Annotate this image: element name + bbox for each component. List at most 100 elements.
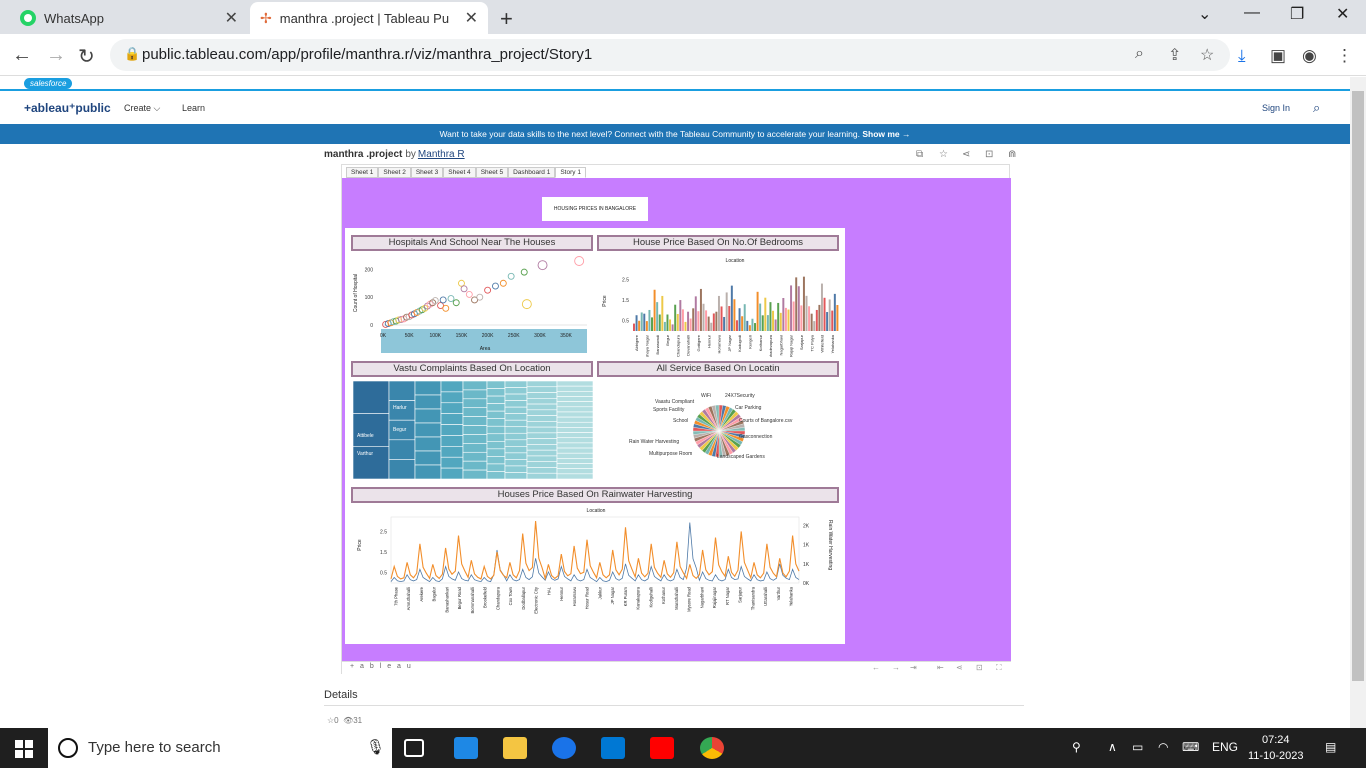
treemap-cell: [462, 416, 488, 426]
zoom-icon[interactable]: ⌕: [1135, 45, 1144, 63]
tab-whatsapp[interactable]: WhatsApp ✕: [8, 2, 248, 34]
treemap-cell: [556, 416, 593, 423]
share-icon[interactable]: ⇪: [1168, 45, 1181, 65]
share-icon[interactable]: ⋖: [956, 663, 963, 672]
language-indicator[interactable]: ENG: [1212, 740, 1238, 754]
store-icon[interactable]: [601, 737, 625, 759]
dual-line-chart[interactable]: Location Price Rain Water Harvesting 0.5 1.5…: [351, 505, 841, 642]
author-link[interactable]: Manthra R: [418, 149, 465, 160]
y-tick-label: 0.5: [380, 571, 387, 577]
scatter-chart[interactable]: 0 100 200 0K 50K 100K 150K 200K 250K 300K 350K Area…: [351, 253, 595, 357]
x-tick-label: Begur Road: [457, 586, 462, 609]
x-tick-label: 250K: [508, 333, 520, 339]
tableau-public-logo[interactable]: +ableau⁺public: [24, 101, 111, 115]
tab-story-1[interactable]: Story 1: [555, 167, 586, 178]
x-tick-label: 0K: [380, 333, 387, 339]
comment-icon[interactable]: ⊡: [976, 663, 983, 672]
treemap-cell: [526, 467, 558, 474]
tab-sheet-2[interactable]: Sheet 2: [378, 167, 411, 178]
tab-sheet-1[interactable]: Sheet 1: [346, 167, 379, 178]
download-icon[interactable]: ⤓: [1238, 46, 1246, 66]
tab-sheet-4[interactable]: Sheet 4: [443, 167, 476, 178]
salesforce-logo[interactable]: salesforce: [24, 78, 73, 89]
tab-tableau[interactable]: ✢ manthra .project | Tableau Public ✕: [250, 2, 488, 34]
edge-icon[interactable]: [552, 737, 576, 759]
scatter-point: [447, 295, 455, 303]
clock[interactable]: 07:24 11-10-2023: [1248, 732, 1303, 764]
treemap-cell: [462, 381, 488, 391]
treemap-cell: [556, 432, 593, 439]
people-icon[interactable]: ⚲: [1072, 740, 1081, 754]
share-icon[interactable]: ⋖: [962, 149, 970, 160]
tab-dashboard-1[interactable]: Dashboard 1: [508, 167, 556, 178]
bar: [746, 320, 749, 331]
bar: [738, 308, 741, 331]
tableau-footer-logo[interactable]: + a b l e a u: [350, 663, 413, 670]
pie-chart[interactable]: Vaastu Compliant WiFi 24X7Security Car Park…: [597, 381, 841, 479]
comment-icon[interactable]: ⊡: [985, 149, 993, 160]
keyboard-icon[interactable]: ⌨: [1182, 740, 1199, 754]
widget-title-vastu: Vastu Complaints Based On Location: [351, 361, 593, 377]
x-tick-label: Banashankari: [444, 587, 449, 613]
bar: [648, 309, 651, 331]
chrome-icon[interactable]: [700, 737, 724, 759]
tab-search-icon[interactable]: ⌄: [1198, 4, 1211, 24]
nav-learn[interactable]: Learn: [182, 103, 205, 113]
revert-icon[interactable]: ⇥: [910, 663, 917, 672]
close-icon[interactable]: ✕: [225, 8, 238, 28]
notification-icon[interactable]: ▤: [1325, 740, 1336, 754]
side-panel-icon[interactable]: ▣: [1270, 46, 1286, 66]
pie-label: Multipurpose Room: [649, 451, 692, 457]
maximize-button[interactable]: ❐: [1290, 4, 1304, 24]
treemap-cell: [440, 391, 464, 404]
youtube-icon[interactable]: [650, 737, 674, 759]
fullscreen-icon[interactable]: ⛶: [996, 663, 1002, 673]
tray-chevron-icon[interactable]: ∧: [1108, 740, 1117, 754]
y2-tick-label: 1K: [803, 543, 810, 549]
windows-start-icon[interactable]: [15, 740, 33, 758]
bar: [774, 319, 777, 331]
search-icon[interactable]: ⌕: [1313, 100, 1320, 116]
bar: [669, 319, 672, 331]
forward-icon[interactable]: →: [46, 44, 66, 67]
mail-icon[interactable]: [454, 737, 478, 759]
bar-chart[interactable]: Location Price 0.5 1.5 2.5 Abbigere Akshaya Na…: [597, 253, 841, 357]
url-text[interactable]: public.tableau.com/app/profile/manthra.r…: [142, 46, 592, 63]
favorite-star-icon[interactable]: ☆: [939, 149, 948, 160]
battery-icon[interactable]: ▭: [1132, 740, 1143, 754]
profile-avatar-icon[interactable]: ◉: [1302, 46, 1317, 66]
undo-icon[interactable]: ←: [872, 663, 880, 672]
wifi-icon[interactable]: ◠: [1158, 740, 1168, 754]
tab-sheet-5[interactable]: Sheet 5: [475, 167, 509, 178]
taskbar-search[interactable]: Type here to search 🎙: [48, 728, 392, 768]
date: 11-10-2023: [1248, 750, 1304, 762]
scrollbar-thumb[interactable]: [1352, 91, 1364, 681]
microphone-icon[interactable]: 🎙: [366, 738, 385, 756]
bar: [656, 302, 659, 331]
window-close-button[interactable]: ✕: [1336, 4, 1349, 24]
bar: [759, 303, 762, 331]
treemap-cell: [462, 443, 488, 453]
close-icon[interactable]: ✕: [465, 8, 478, 28]
task-view-icon[interactable]: [404, 739, 424, 757]
page-scrollbar[interactable]: [1350, 77, 1366, 728]
bookmark-star-icon[interactable]: ☆: [1200, 45, 1214, 65]
file-explorer-icon[interactable]: [503, 737, 527, 759]
new-tab-button[interactable]: +: [500, 6, 513, 32]
copy-icon[interactable]: ⧉: [916, 149, 923, 160]
banner-show-me-link[interactable]: Show me →: [862, 129, 910, 139]
pause-icon[interactable]: ⇤: [937, 663, 944, 672]
treemap-cell: [388, 459, 416, 479]
reload-icon[interactable]: ↻: [78, 44, 95, 69]
redo-icon[interactable]: →: [892, 663, 900, 672]
treemap-chart[interactable]: Harlur Begur Attibele Varthur: [353, 381, 593, 479]
back-icon[interactable]: ←: [12, 44, 32, 67]
nav-create[interactable]: Create ⌵: [124, 103, 160, 114]
minimize-button[interactable]: —: [1244, 4, 1260, 22]
omnibox[interactable]: 🔒 public.tableau.com/app/profile/manthra…: [110, 39, 1230, 71]
whatsapp-icon: [20, 10, 36, 26]
more-icon[interactable]: ⋒: [1008, 149, 1016, 160]
menu-kebab-icon[interactable]: ⋮: [1336, 46, 1353, 66]
tab-sheet-3[interactable]: Sheet 3: [410, 167, 444, 178]
sign-in-link[interactable]: Sign In: [1262, 103, 1290, 113]
